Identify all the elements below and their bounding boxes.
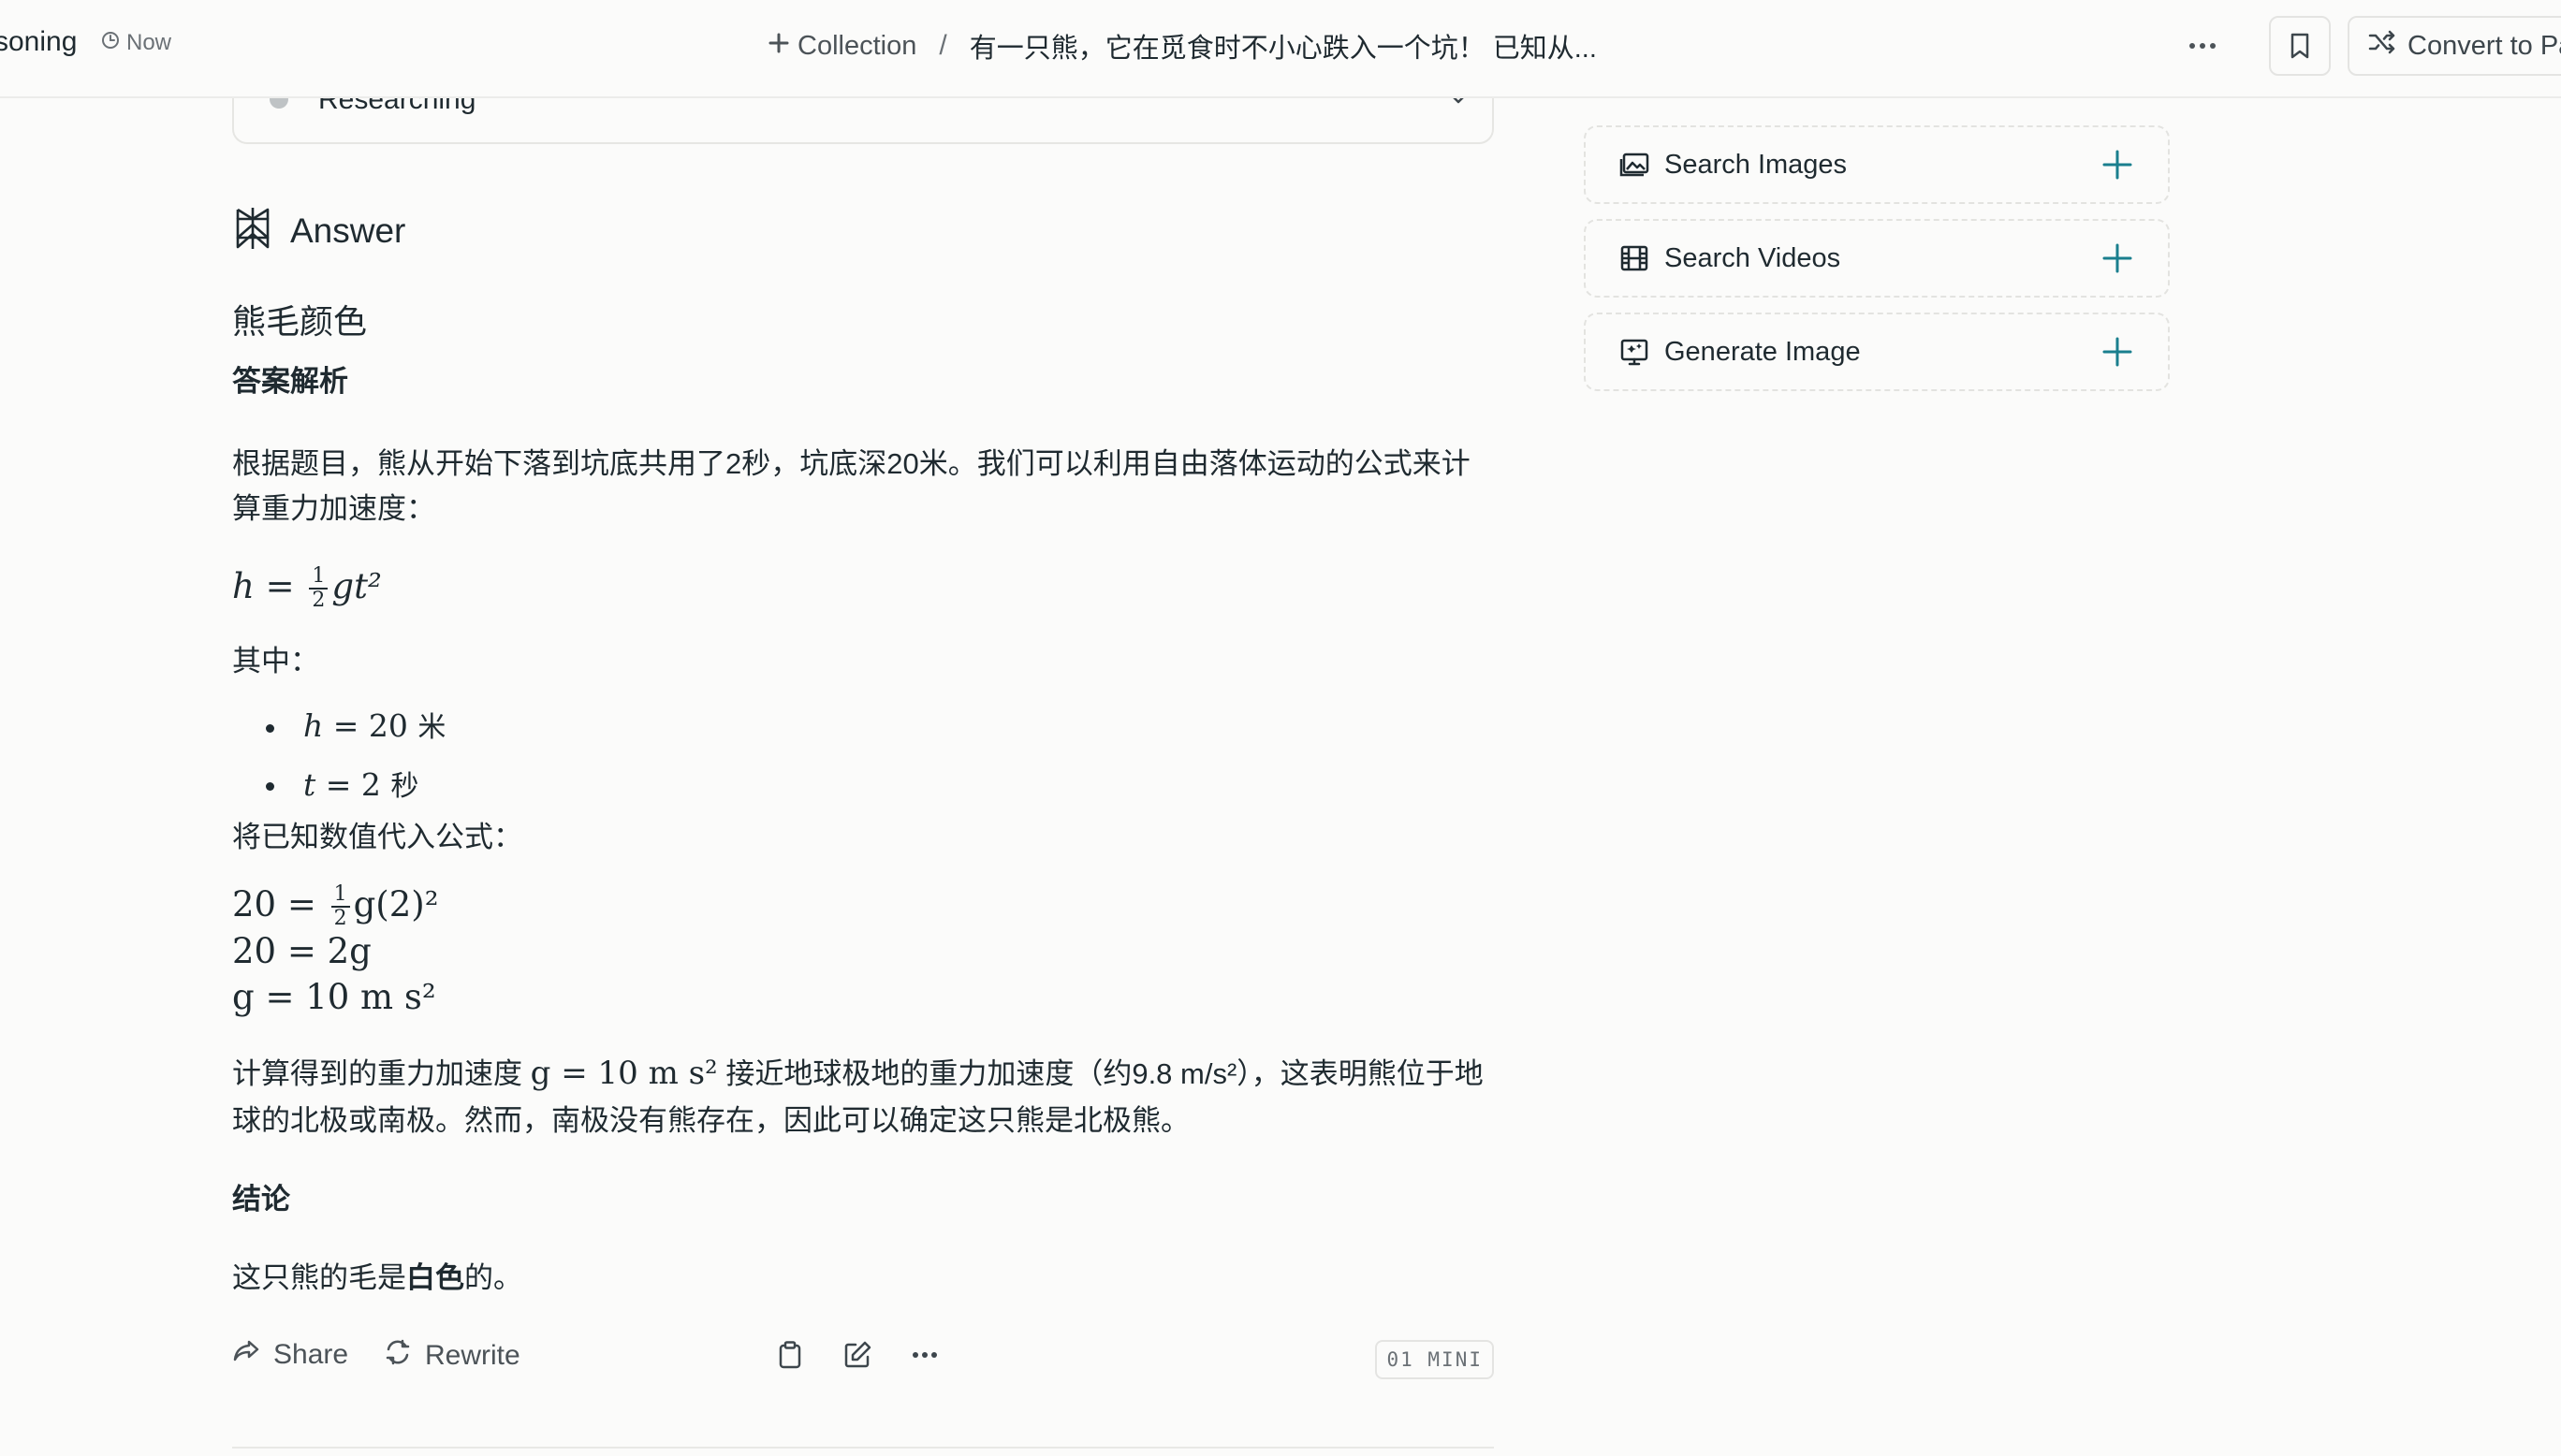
collection-label: Collection	[798, 30, 917, 61]
breadcrumb: Collection / 有一只熊，它在觅食时不小心跌入一个坑！ 已知从...	[768, 26, 1597, 66]
plus-icon	[2100, 148, 2134, 186]
divider	[232, 1447, 1494, 1449]
top-bar-actions: Convert to Pag	[2172, 16, 2561, 76]
search-videos-button[interactable]: Search Videos	[1584, 219, 2170, 298]
timestamp: Now	[101, 30, 171, 56]
more-options-button[interactable]	[2172, 16, 2233, 76]
edit-icon	[844, 1341, 871, 1368]
shuffle-icon	[2368, 30, 2396, 62]
fraction: 12	[309, 566, 329, 611]
answer-title: Answer	[290, 211, 406, 250]
more-horizontal-icon	[2189, 43, 2216, 49]
add-to-collection-button[interactable]: Collection	[768, 31, 916, 62]
search-videos-label: Search Videos	[1664, 242, 1841, 273]
search-images-label: Search Images	[1664, 149, 1848, 180]
generate-image-icon	[1617, 335, 1651, 369]
result-paragraph: 计算得到的重力加速度 g = 10 m s² 接近地球极地的重力加速度（约9.8…	[232, 1054, 1484, 1137]
clock-icon	[101, 30, 120, 56]
answer-content: 熊毛颜色 答案解析 根据题目，熊从开始下落到坑底共用了2秒，坑底深20米。我们可…	[232, 296, 1496, 1301]
list-item: t = 2 秒	[232, 756, 1496, 815]
rewrite-button[interactable]: Rewrite	[384, 1338, 520, 1374]
convert-label: Convert to Pag	[2407, 30, 2561, 61]
answer-subheading: 答案解析	[232, 364, 348, 398]
image-icon	[1617, 148, 1651, 182]
intro-paragraph: 根据题目，熊从开始下落到坑底共用了2秒，坑底深20米。我们可以利用自由落体运动的…	[232, 446, 1471, 525]
conclusion-paragraph: 这只熊的毛是白色的。	[232, 1260, 522, 1294]
perplexity-logo-icon	[232, 206, 273, 255]
film-icon	[1617, 241, 1651, 275]
conclusion-answer: 白色	[406, 1260, 464, 1294]
answer-actions: Share Rewrite 01 MINI	[232, 1332, 1494, 1385]
edit-button[interactable]	[839, 1336, 876, 1374]
generate-image-button[interactable]: Generate Image	[1584, 313, 2170, 391]
conclusion-heading: 结论	[232, 1182, 290, 1216]
breadcrumb-thread-title[interactable]: 有一只熊，它在觅食时不小心跌入一个坑！ 已知从...	[970, 26, 1597, 66]
convert-to-page-button[interactable]: Convert to Pag	[2348, 16, 2561, 76]
rewrite-icon	[384, 1338, 412, 1374]
calculation-steps: 20 = 1 2 g(2)² 20 = 2g g = 10 m s²	[232, 882, 1496, 1021]
breadcrumb-separator: /	[939, 30, 947, 61]
answer-heading: 熊毛颜色	[232, 302, 368, 341]
share-label: Share	[273, 1339, 349, 1370]
thread-title[interactable]: soning	[0, 26, 77, 58]
step-1: 20 = 1 2 g(2)²	[232, 882, 439, 931]
share-icon	[232, 1338, 260, 1372]
plus-icon	[2100, 241, 2134, 280]
clipboard-icon	[779, 1341, 801, 1369]
givens-list: h = 20 米 t = 2 秒	[232, 697, 1496, 814]
more-horizontal-icon	[913, 1352, 937, 1358]
free-fall-formula: h = 1 2 gt²	[232, 564, 382, 613]
step-2: 20 = 2g	[232, 931, 372, 972]
search-images-button[interactable]: Search Images	[1584, 125, 2170, 204]
plus-icon	[2100, 335, 2134, 373]
top-bar: soning Now Collection / 有一只熊，它在觅食时不小心跌入一…	[0, 0, 2561, 98]
fraction: 12	[330, 884, 350, 929]
bookmark-button[interactable]	[2269, 16, 2331, 76]
model-badge[interactable]: 01 MINI	[1375, 1340, 1494, 1379]
where-label: 其中：	[232, 645, 319, 678]
answer-header: Answer	[232, 206, 405, 255]
substitute-label: 将已知数值代入公式：	[232, 820, 522, 853]
plus-icon	[768, 31, 790, 62]
rewrite-label: Rewrite	[425, 1340, 520, 1371]
copy-button[interactable]	[771, 1336, 809, 1374]
generate-image-label: Generate Image	[1664, 336, 1861, 367]
list-item: h = 20 米	[232, 697, 1496, 756]
more-actions-button[interactable]	[906, 1336, 944, 1374]
bookmark-icon	[2290, 33, 2309, 59]
step-3: g = 10 m s²	[232, 977, 436, 1018]
share-button[interactable]: Share	[232, 1338, 348, 1372]
timestamp-label: Now	[126, 30, 172, 55]
